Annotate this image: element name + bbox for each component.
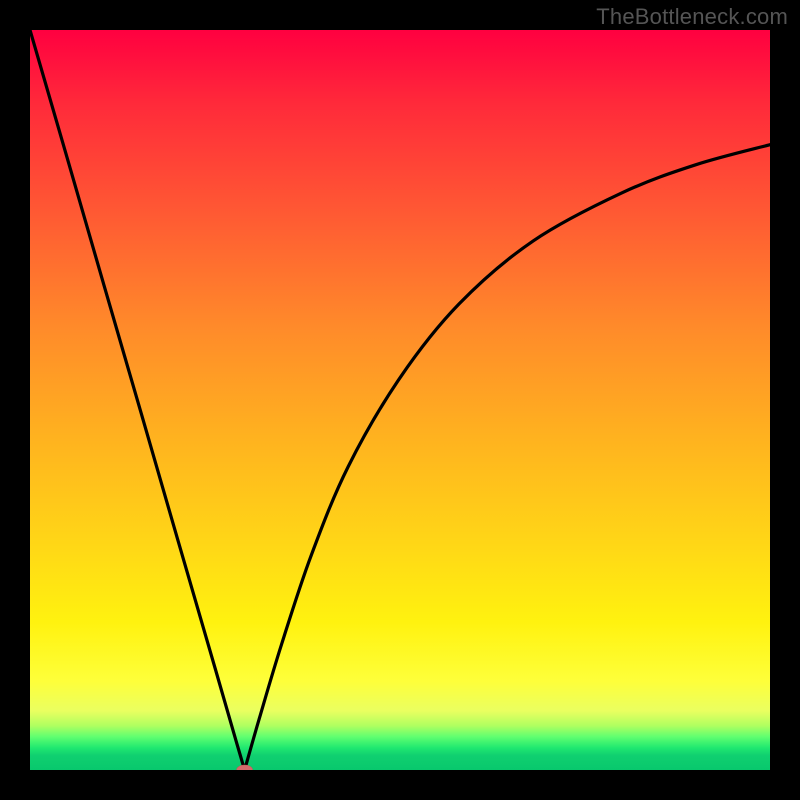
chart-frame: TheBottleneck.com — [0, 0, 800, 800]
bottleneck-curve — [30, 30, 770, 770]
minimum-marker — [237, 765, 253, 770]
plot-area — [30, 30, 770, 770]
curve-layer — [30, 30, 770, 770]
watermark-text: TheBottleneck.com — [596, 4, 788, 30]
